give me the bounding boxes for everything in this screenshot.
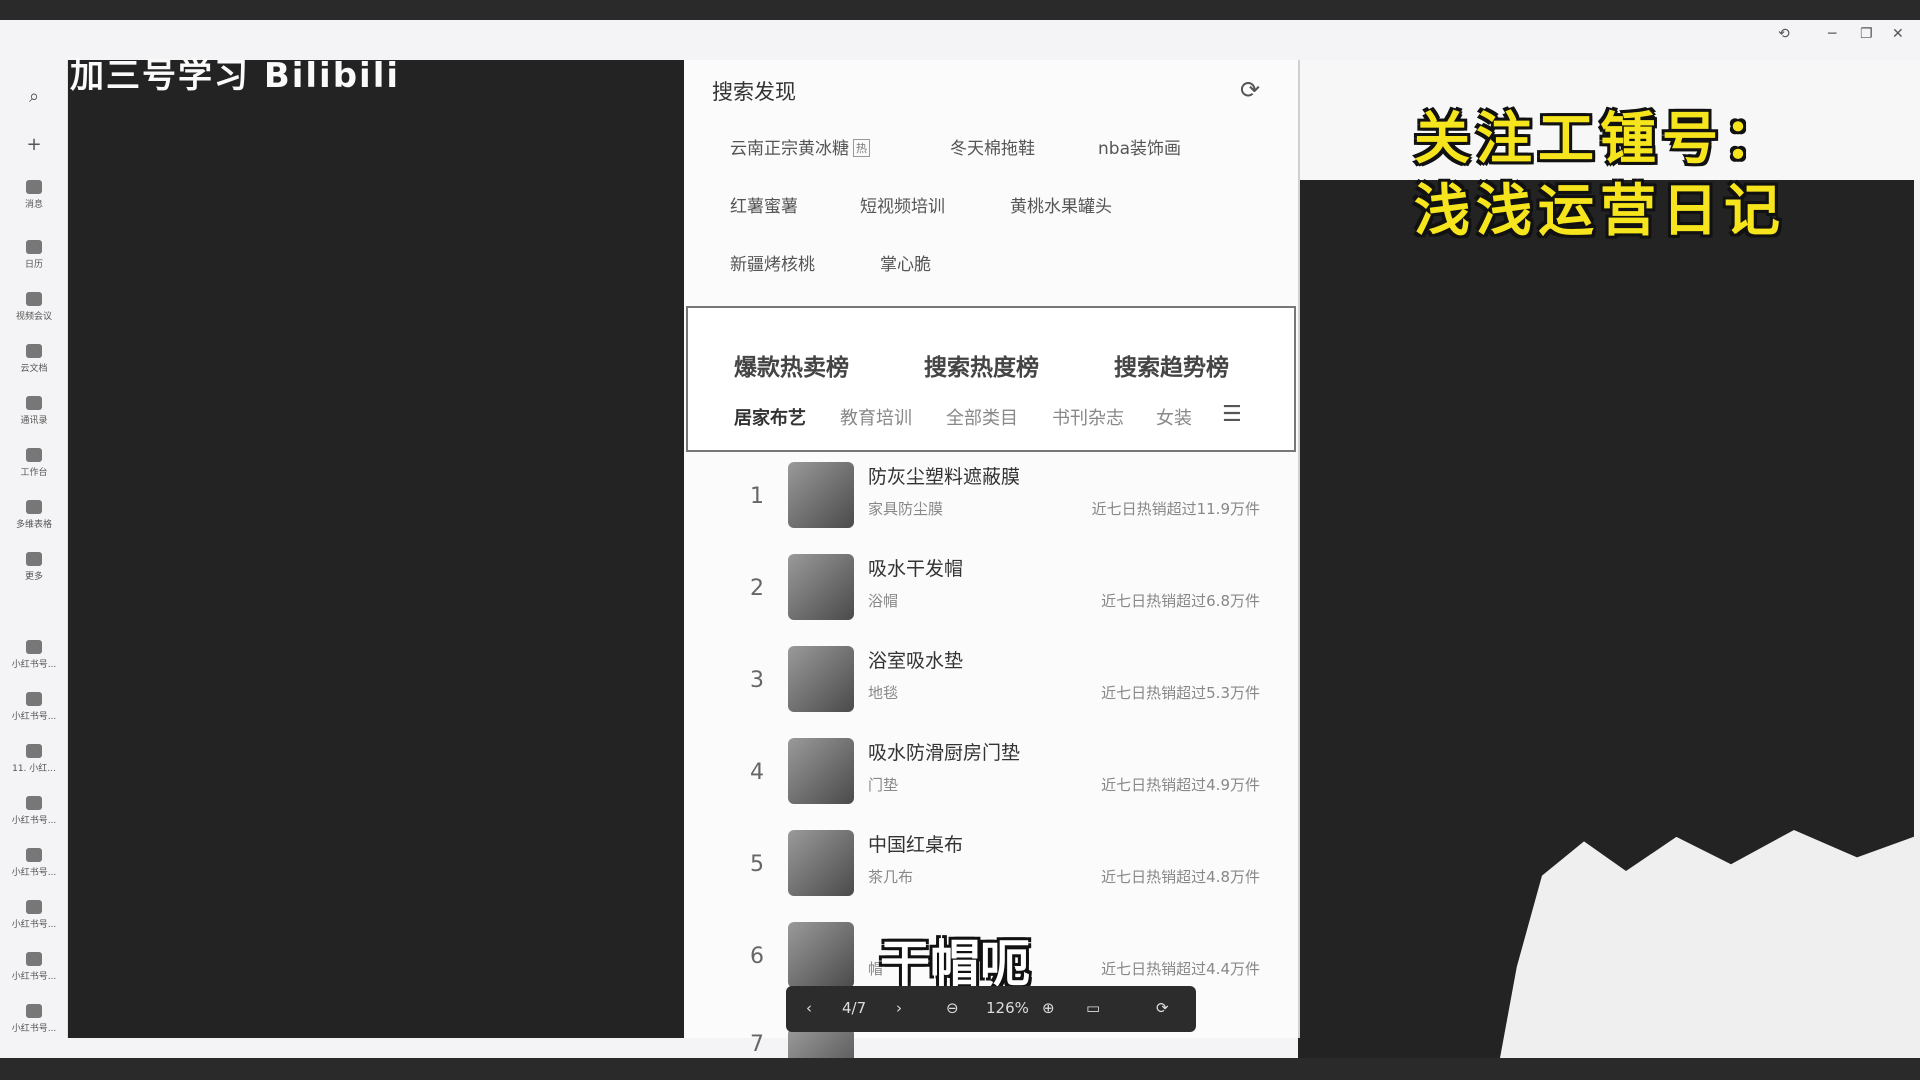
sidebar-item-docs[interactable]: 云文档 — [0, 344, 68, 374]
history-icon[interactable]: ⟲ — [1778, 26, 1790, 42]
search-icon[interactable]: ⌕ — [0, 88, 68, 106]
product-name: 防灰尘塑料遮蔽膜 — [868, 466, 1021, 488]
maximize-icon[interactable]: ❐ — [1860, 26, 1873, 42]
product-name: 吸水干发帽 — [868, 558, 964, 580]
sidebar-doc-item[interactable]: 小红书号... — [0, 900, 68, 930]
panel-divider — [1298, 60, 1300, 1038]
page-indicator: 4/7 — [842, 999, 867, 1017]
ranking-row[interactable]: 5 中国红桌布 茶几布 近七日热销超过4.8万件 — [700, 824, 1260, 914]
tab-search-heat[interactable]: 搜索热度榜 — [924, 348, 1039, 382]
rank-number: 1 — [750, 484, 764, 509]
prev-icon[interactable]: ‹ — [806, 999, 812, 1017]
image-viewer-toolbar: ‹ 4/7 › ⊖ 126% ⊕ ▭ ⟳ — [786, 986, 1196, 1032]
ranking-row[interactable]: 4 吸水防滑厨房门垫 门垫 近七日热销超过4.9万件 — [700, 732, 1260, 822]
product-category: 门垫 — [868, 776, 899, 794]
product-thumbnail — [788, 830, 854, 896]
bottom-bar — [0, 1058, 1920, 1080]
zoom-level: 126% — [986, 999, 1029, 1017]
zoom-out-icon[interactable]: ⊖ — [946, 999, 959, 1017]
zoom-in-icon[interactable]: ⊕ — [1042, 999, 1055, 1017]
overlay-follow-text: 关注工锺号： — [1414, 107, 1786, 172]
close-icon[interactable]: ✕ — [1892, 26, 1904, 42]
ranking-row[interactable]: 1 防灰尘塑料遮蔽膜 家具防尘膜 近七日热销超过11.9万件 — [700, 456, 1260, 546]
rank-number: 3 — [750, 668, 764, 693]
top-bar — [0, 0, 1920, 20]
product-thumbnail — [788, 646, 854, 712]
rank-number: 5 — [750, 852, 764, 877]
product-sales: 近七日热销超过4.8万件 — [1101, 868, 1260, 886]
sidebar-doc-item[interactable]: 小红书号... — [0, 640, 68, 670]
rank-number: 2 — [750, 576, 764, 601]
product-sales: 近七日热销超过11.9万件 — [1091, 500, 1260, 518]
product-name: 吸水防滑厨房门垫 — [868, 742, 1021, 764]
sidebar-item-workspace[interactable]: 工作台 — [0, 448, 68, 478]
search-tag[interactable]: 黄桃水果罐头 — [1010, 192, 1112, 217]
product-sales: 近七日热销超过5.3万件 — [1101, 684, 1260, 702]
category-tab[interactable]: 居家布艺 — [734, 404, 806, 430]
product-name: 中国红桌布 — [868, 834, 964, 856]
next-icon[interactable]: › — [896, 999, 902, 1017]
search-discovery-title: 搜索发现 — [712, 80, 796, 104]
search-tag[interactable]: 冬天棉拖鞋 — [950, 134, 1035, 159]
fit-icon[interactable]: ▭ — [1086, 999, 1100, 1017]
search-tag[interactable]: 掌心脆 — [880, 250, 931, 275]
sidebar-doc-item[interactable]: 小红书号... — [0, 796, 68, 826]
product-category: 家具防尘膜 — [868, 500, 944, 518]
white-shape — [1500, 830, 1920, 1058]
product-thumbnail — [788, 462, 854, 528]
sidebar-doc-item[interactable]: 小红书号... — [0, 952, 68, 982]
product-thumbnail — [788, 554, 854, 620]
sidebar-item-meeting[interactable]: 视频会议 — [0, 292, 68, 322]
sidebar-doc-item[interactable]: 小红书号... — [0, 848, 68, 878]
search-tag[interactable]: 新疆烤核桃 — [730, 250, 815, 275]
ranking-row[interactable]: 3 浴室吸水垫 地毯 近七日热销超过5.3万件 — [700, 640, 1260, 730]
sidebar-item-more[interactable]: 更多 — [0, 552, 68, 582]
sidebar-item-contacts[interactable]: 通讯录 — [0, 396, 68, 426]
product-thumbnail — [788, 1028, 854, 1058]
product-category: 茶几布 — [868, 868, 914, 886]
rank-number: 7 — [750, 1032, 764, 1057]
rank-number: 6 — [750, 944, 764, 969]
sidebar-item-calendar[interactable]: 日历 — [0, 240, 68, 270]
product-thumbnail — [788, 922, 854, 988]
sidebar-item-messages[interactable]: 消息 — [0, 180, 68, 210]
product-thumbnail — [788, 738, 854, 804]
category-tab[interactable]: 书刊杂志 — [1052, 404, 1124, 430]
search-tag[interactable]: 云南正宗黄冰糖热 — [730, 134, 870, 159]
category-tab[interactable]: 教育培训 — [840, 404, 912, 430]
search-tag[interactable]: nba装饰画 — [1098, 134, 1181, 159]
watermark-text: 加三号学习 Bilibili — [70, 56, 401, 96]
product-category: 地毯 — [868, 684, 899, 702]
sidebar-item-bitable[interactable]: 多维表格 — [0, 500, 68, 530]
product-category: 浴帽 — [868, 592, 899, 610]
product-name: 浴室吸水垫 — [868, 650, 964, 672]
sidebar-doc-item[interactable]: 小红书号... — [0, 1004, 68, 1034]
product-sales: 近七日热销超过4.4万件 — [1101, 960, 1260, 978]
product-sales: 近七日热销超过6.8万件 — [1101, 592, 1260, 610]
overlay-channel-text: 浅浅运营日记 — [1414, 179, 1786, 244]
left-video-panel — [68, 60, 684, 1038]
add-icon[interactable]: + — [0, 136, 68, 154]
search-tag[interactable]: 红薯蜜薯 — [730, 192, 798, 217]
refresh-icon[interactable]: ⟳ — [1240, 76, 1260, 104]
rotate-icon[interactable]: ⟳ — [1156, 999, 1169, 1017]
product-sales: 近七日热销超过4.9万件 — [1101, 776, 1260, 794]
category-tab[interactable]: 全部类目 — [946, 404, 1018, 430]
rank-number: 4 — [750, 760, 764, 785]
tab-hot-sales[interactable]: 爆款热卖榜 — [734, 348, 849, 382]
search-tag[interactable]: 短视频培训 — [860, 192, 945, 217]
hot-badge: 热 — [853, 139, 870, 157]
ranking-row[interactable]: 2 吸水干发帽 浴帽 近七日热销超过6.8万件 — [700, 548, 1260, 638]
category-tab[interactable]: 女装 — [1156, 404, 1192, 430]
minimize-icon[interactable]: ─ — [1828, 26, 1836, 42]
tab-search-trend[interactable]: 搜索趋势榜 — [1114, 348, 1229, 382]
menu-icon[interactable]: ☰ — [1222, 402, 1242, 427]
sidebar-doc-item[interactable]: 11. 小红... — [0, 744, 68, 774]
sidebar-doc-item[interactable]: 小红书号... — [0, 692, 68, 722]
